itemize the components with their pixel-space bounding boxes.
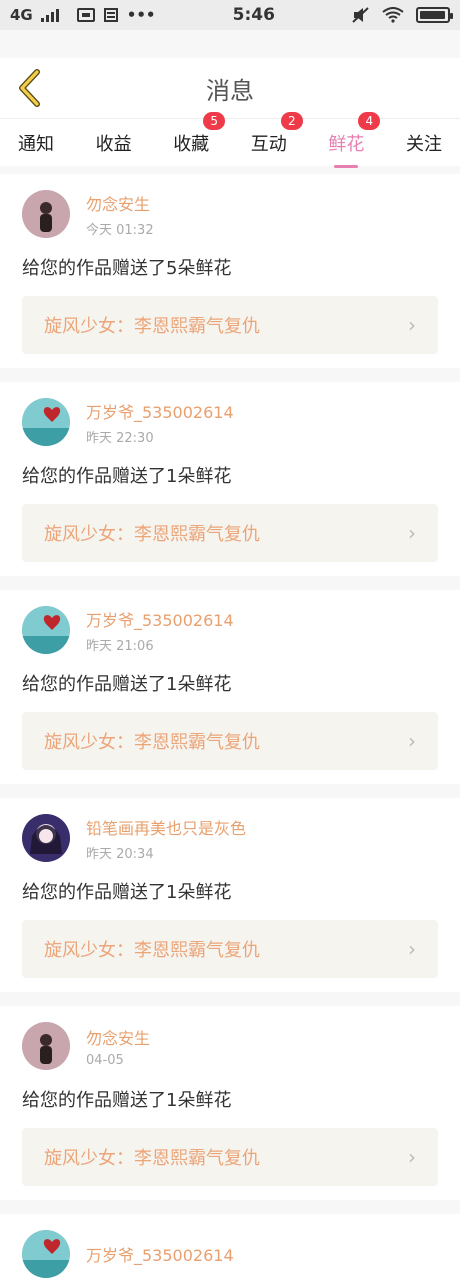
status-left: 4G ••• <box>10 6 156 24</box>
message-card: 万岁爷_535002614 昨天 21:06 给您的作品赠送了1朵鲜花 旋风少女… <box>0 590 460 784</box>
message-text: 给您的作品赠送了1朵鲜花 <box>22 1090 232 1111</box>
message-card: 铅笔画再美也只是灰色 昨天 20:34 给您的作品赠送了1朵鲜花 旋风少女：李恩… <box>0 798 460 992</box>
unread-badge: 5 <box>203 111 226 130</box>
status-bar: 4G ••• 5:46 <box>0 0 460 30</box>
work-title: 旋风少女：李恩熙霸气复仇 <box>44 524 260 545</box>
page-title: 消息 <box>206 76 254 105</box>
chevron-right-icon: › <box>408 1145 416 1169</box>
message-time: 昨天 20:34 <box>86 846 154 862</box>
work-link[interactable]: 旋风少女：李恩熙霸气复仇 › <box>22 712 438 770</box>
tab-label: 互动 <box>250 133 287 155</box>
avatar-image <box>22 814 70 862</box>
user-row: 万岁爷_535002614 <box>22 1230 438 1278</box>
network-label: 4G <box>10 6 33 24</box>
tab-label: 通知 <box>18 133 54 155</box>
work-link[interactable]: 旋风少女：李恩熙霸气复仇 › <box>22 920 438 978</box>
back-button[interactable] <box>12 68 48 108</box>
user-row: 万岁爷_535002614 昨天 22:30 <box>22 398 438 446</box>
chevron-right-icon: › <box>408 729 416 753</box>
user-name[interactable]: 勿念安生 <box>86 1025 150 1049</box>
chevron-left-icon <box>19 69 40 107</box>
work-link[interactable]: 旋风少女：李恩熙霸气复仇 › <box>22 504 438 562</box>
tab-notice[interactable]: 通知 <box>18 122 54 164</box>
tab-flowers[interactable]: 鲜花 4 <box>328 111 381 164</box>
tab-earnings[interactable]: 收益 <box>96 122 132 164</box>
qq-icon <box>76 8 95 22</box>
message-text: 给您的作品赠送了1朵鲜花 <box>22 674 232 695</box>
work-title: 旋风少女：李恩熙霸气复仇 <box>44 1148 260 1169</box>
tab-label: 收藏 <box>173 133 210 155</box>
message-text: 给您的作品赠送了1朵鲜花 <box>22 466 232 487</box>
tab-interaction[interactable]: 互动 2 <box>250 111 303 164</box>
wifi-icon <box>382 7 404 23</box>
user-name[interactable]: 万岁爷_535002614 <box>86 1242 234 1266</box>
tab-favorites[interactable]: 收藏 5 <box>173 111 226 164</box>
avatar-image <box>22 1230 70 1278</box>
unread-badge: 4 <box>358 111 381 130</box>
chevron-right-icon: › <box>408 313 416 337</box>
more-dots-icon: ••• <box>126 6 156 24</box>
avatar-image <box>22 190 70 238</box>
message-time: 昨天 21:06 <box>86 638 154 654</box>
flower-message-list: 勿念安生 今天 01:32 给您的作品赠送了5朵鲜花 旋风少女：李恩熙霸气复仇 … <box>0 174 460 1280</box>
message-text: 给您的作品赠送了1朵鲜花 <box>22 882 232 903</box>
user-info: 勿念安生 今天 01:32 <box>86 191 154 238</box>
avatar[interactable] <box>22 606 70 654</box>
user-name[interactable]: 铅笔画再美也只是灰色 <box>86 815 246 839</box>
avatar[interactable] <box>22 1022 70 1070</box>
work-link[interactable]: 旋风少女：李恩熙霸气复仇 › <box>22 1128 438 1186</box>
message-card: 勿念安生 今天 01:32 给您的作品赠送了5朵鲜花 旋风少女：李恩熙霸气复仇 … <box>0 174 460 368</box>
message-time: 昨天 22:30 <box>86 430 154 446</box>
work-title: 旋风少女：李恩熙霸气复仇 <box>44 732 260 753</box>
avatar-image <box>22 398 70 446</box>
unread-badge: 2 <box>280 111 303 130</box>
user-info: 铅笔画再美也只是灰色 昨天 20:34 <box>86 815 246 862</box>
avatar[interactable] <box>22 814 70 862</box>
avatar-image <box>22 606 70 654</box>
mute-icon <box>352 7 369 23</box>
chevron-right-icon: › <box>408 521 416 545</box>
status-right <box>352 7 453 23</box>
avatar[interactable] <box>22 190 70 238</box>
user-info: 勿念安生 04-05 <box>86 1025 150 1068</box>
user-row: 勿念安生 04-05 <box>22 1022 438 1070</box>
user-info: 万岁爷_535002614 昨天 21:06 <box>86 607 234 654</box>
user-name[interactable]: 勿念安生 <box>86 191 154 215</box>
message-text: 给您的作品赠送了5朵鲜花 <box>22 258 232 279</box>
message-time: 今天 01:32 <box>86 222 154 238</box>
avatar[interactable] <box>22 1230 70 1278</box>
battery-fill <box>420 11 445 19</box>
user-row: 万岁爷_535002614 昨天 21:06 <box>22 606 438 654</box>
user-name[interactable]: 万岁爷_535002614 <box>86 607 234 631</box>
user-info: 万岁爷_535002614 昨天 22:30 <box>86 399 234 446</box>
tab-label: 鲜花 <box>328 133 365 155</box>
signal-icon <box>40 9 59 22</box>
work-title: 旋风少女：李恩熙霸气复仇 <box>44 316 260 337</box>
avatar-image <box>22 1022 70 1070</box>
chevron-right-icon: › <box>408 937 416 961</box>
tab-label: 关注 <box>405 133 442 155</box>
header-bar: 消息 <box>0 58 460 118</box>
message-card: 万岁爷_535002614 <box>0 1214 460 1280</box>
user-row: 勿念安生 今天 01:32 <box>22 190 438 238</box>
tab-bar: 通知 收益 收藏 5 互动 2 鲜花 4 关注 <box>0 111 460 166</box>
avatar[interactable] <box>22 398 70 446</box>
message-card: 勿念安生 04-05 给您的作品赠送了1朵鲜花 旋风少女：李恩熙霸气复仇 › <box>0 1006 460 1200</box>
user-row: 铅笔画再美也只是灰色 昨天 20:34 <box>22 814 438 862</box>
tab-follow[interactable]: 关注 <box>406 122 442 164</box>
battery-icon <box>416 7 453 23</box>
work-link[interactable]: 旋风少女：李恩熙霸气复仇 › <box>22 296 438 354</box>
tab-label: 收益 <box>95 133 132 155</box>
message-card: 万岁爷_535002614 昨天 22:30 给您的作品赠送了1朵鲜花 旋风少女… <box>0 382 460 576</box>
user-name[interactable]: 万岁爷_535002614 <box>86 399 234 423</box>
message-time: 04-05 <box>86 1052 124 1068</box>
storage-icon <box>103 8 118 22</box>
work-title: 旋风少女：李恩熙霸气复仇 <box>44 940 260 961</box>
user-info: 万岁爷_535002614 <box>86 1242 234 1266</box>
status-time: 5:46 <box>232 5 275 25</box>
